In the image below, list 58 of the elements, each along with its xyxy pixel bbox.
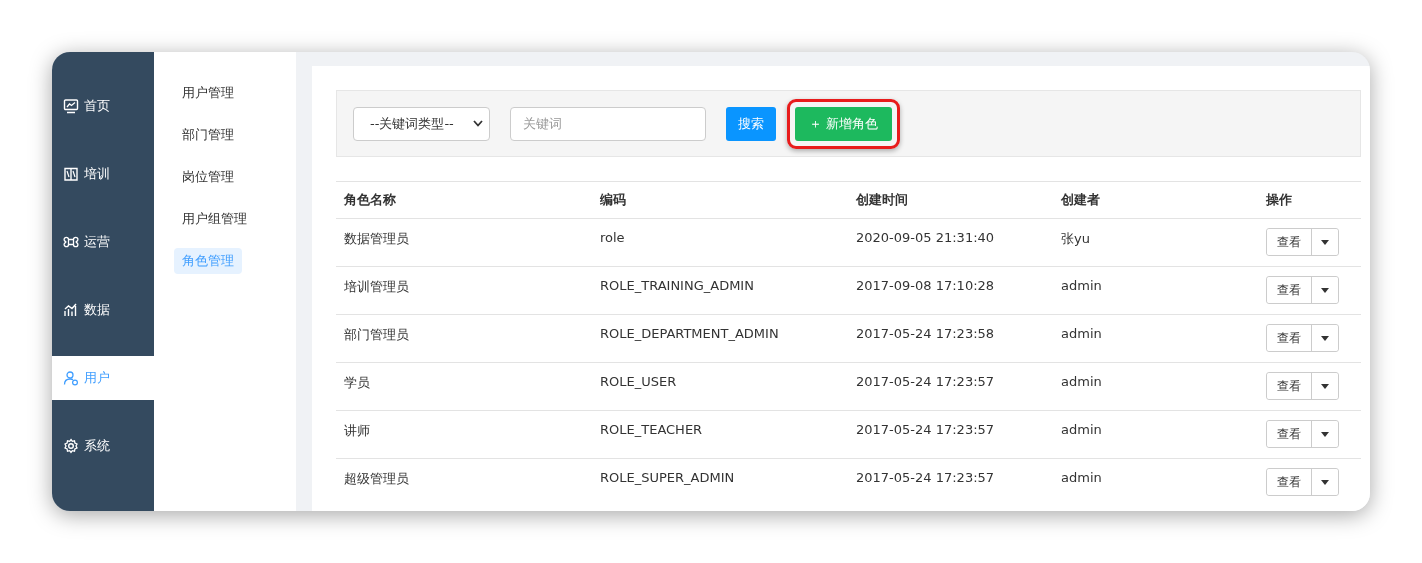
chevron-down-icon	[473, 120, 483, 127]
table-cell: admin	[1061, 422, 1102, 437]
column-header: 角色名称	[344, 192, 396, 207]
table-cell: 2017-09-08 17:10:28	[856, 278, 995, 293]
caret-icon	[1321, 335, 1329, 341]
table-cell: ROLE_SUPER_ADMIN	[600, 470, 735, 485]
nav-item[interactable]: 首页	[52, 84, 154, 128]
table-cell: 2020-09-05 21:31:40	[856, 230, 995, 245]
dropdown-button[interactable]	[1311, 277, 1338, 303]
dropdown-button[interactable]	[1311, 421, 1338, 447]
table-cell: 部门管理员	[344, 327, 409, 342]
chart-icon	[63, 302, 79, 318]
dropdown-button[interactable]	[1311, 373, 1338, 399]
table-cell: 讲师	[344, 423, 370, 438]
table-cell: role	[600, 230, 625, 245]
nav-item[interactable]: 运营	[52, 220, 154, 264]
table-cell: 张yu	[1061, 231, 1090, 246]
dropdown-button[interactable]	[1311, 469, 1338, 495]
nav-item[interactable]: 系统	[52, 424, 154, 468]
user-icon	[63, 370, 79, 386]
submenu-item[interactable]: 用户组管理	[174, 206, 255, 232]
book-icon	[63, 166, 79, 182]
monitor-icon	[63, 98, 79, 114]
dropdown-button[interactable]	[1311, 229, 1338, 255]
submenu-item[interactable]: 岗位管理	[174, 164, 242, 190]
column-header: 创建时间	[856, 192, 908, 207]
table-cell: admin	[1061, 470, 1102, 485]
table-cell: admin	[1061, 326, 1102, 341]
gear-icon	[63, 438, 79, 454]
table-cell: ROLE_TRAINING_ADMIN	[600, 278, 754, 293]
keyword-input[interactable]: 关键词	[510, 106, 706, 141]
keyword-type-select[interactable]: --关键词类型--	[353, 106, 490, 141]
table-cell: 2017-05-24 17:23:57	[856, 470, 995, 485]
table-cell: 超级管理员	[344, 471, 409, 486]
table-cell: admin	[1061, 374, 1102, 389]
table-cell: ROLE_TEACHER	[600, 422, 703, 437]
table-cell: 2017-05-24 17:23:58	[856, 326, 995, 341]
table-cell: admin	[1061, 278, 1102, 293]
caret-icon	[1321, 287, 1329, 293]
nav-item[interactable]: 培训	[52, 152, 154, 196]
caret-icon	[1321, 239, 1329, 245]
table-cell: 学员	[344, 375, 370, 390]
column-header: 创建者	[1061, 192, 1100, 207]
column-header: 操作	[1266, 192, 1292, 207]
nav-item[interactable]: 数据	[52, 288, 154, 332]
table-cell: 2017-05-24 17:23:57	[856, 374, 995, 389]
table-cell: 2017-05-24 17:23:57	[856, 422, 995, 437]
submenu-item[interactable]: 用户管理	[174, 80, 242, 106]
column-header: 编码	[600, 192, 626, 207]
dropdown-button[interactable]	[1311, 325, 1338, 351]
caret-icon	[1321, 479, 1329, 485]
table-cell: 培训管理员	[344, 279, 409, 294]
caret-icon	[1321, 383, 1329, 389]
table-cell: ROLE_DEPARTMENT_ADMIN	[600, 326, 779, 341]
caret-icon	[1321, 431, 1329, 437]
table-cell: ROLE_USER	[600, 374, 677, 389]
submenu-item[interactable]: 部门管理	[174, 122, 242, 148]
table-cell: 数据管理员	[344, 231, 409, 246]
